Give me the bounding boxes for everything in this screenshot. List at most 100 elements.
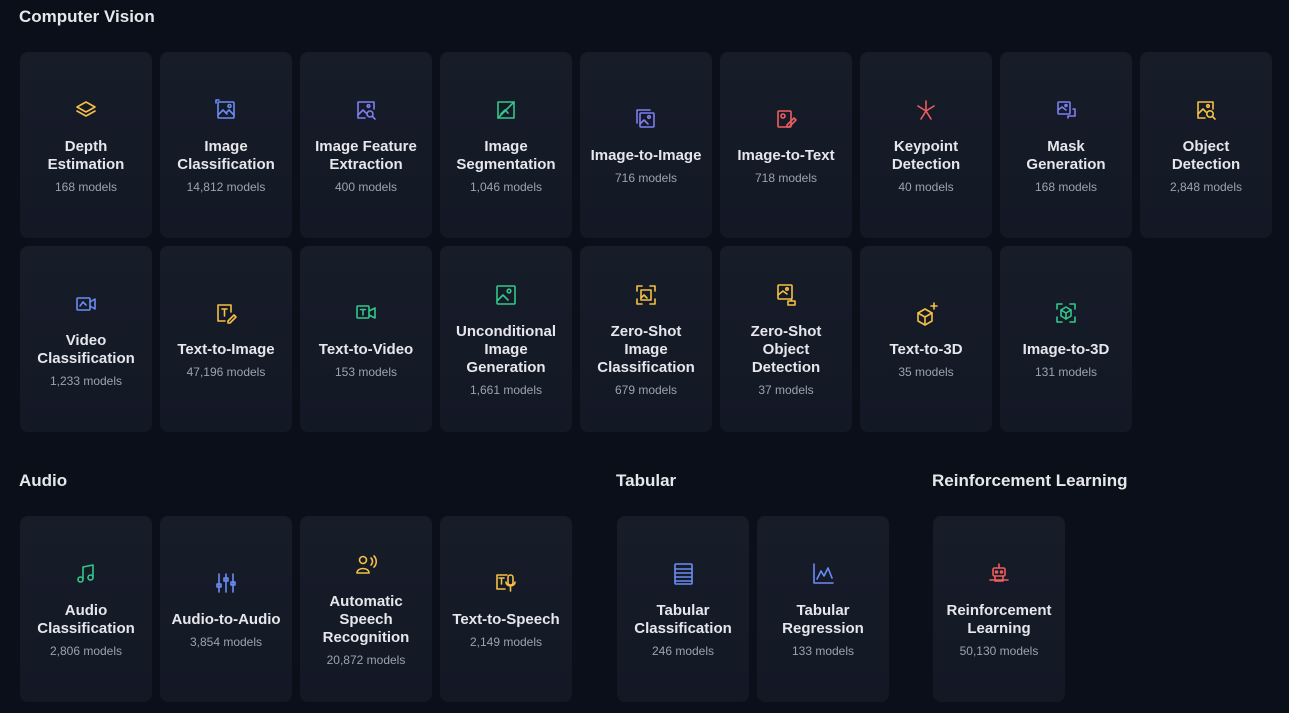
music-note-icon [72,560,100,588]
task-label: Image-to-Text [737,147,835,164]
task-card-object-detection[interactable]: Object Detection 2,848 models [1140,52,1272,238]
model-count: 246 models [651,644,715,658]
model-count: 168 models [54,180,118,194]
model-count: 679 models [614,383,678,397]
task-label: Keypoint Detection [891,138,961,173]
tabular-task-grid: Tabular Classification 246 models Tabular … [617,516,889,702]
text-pen-icon [212,299,240,327]
task-card-image-to-3d[interactable]: Image-to-3D 131 models [1000,246,1132,432]
image-copy-icon [632,105,660,133]
task-label: Text-to-Video [318,341,414,358]
model-count: 37 models [758,383,814,397]
task-card-keypoint-detection[interactable]: Keypoint Detection 40 models [860,52,992,238]
robot-icon [985,560,1013,588]
model-count: 50,130 models [959,644,1039,658]
task-card-text-to-speech[interactable]: Text-to-Speech 2,149 models [440,516,572,702]
task-card-depth-estimation[interactable]: Depth Estimation 168 models [20,52,152,238]
image-edit-icon [772,105,800,133]
mask-icon [1052,96,1080,124]
model-count: 1,233 models [49,374,123,388]
model-count: 3,854 models [189,635,263,649]
image-icon [492,281,520,309]
model-count: 2,848 models [1169,180,1243,194]
model-count: 716 models [614,171,678,185]
task-card-image-segmentation[interactable]: Image Segmentation 1,046 models [440,52,572,238]
object-search-icon [1192,96,1220,124]
section-title-reinforcement-learning: Reinforcement Learning [932,471,1128,490]
model-count: 20,872 models [326,653,406,667]
task-card-image-to-text[interactable]: Image-to-Text 718 models [720,52,852,238]
task-label: Image-to-Image [590,147,702,164]
task-card-reinforcement-learning[interactable]: Reinforcement Learning 50,130 models [933,516,1065,702]
task-card-image-to-image[interactable]: Image-to-Image 716 models [580,52,712,238]
table-icon [669,560,697,588]
audio-task-grid: Audio Classification 2,806 models Audio-to… [20,516,572,702]
model-count: 35 models [898,365,954,379]
task-card-image-feature-extraction[interactable]: Image Feature Extraction 400 models [300,52,432,238]
task-card-text-to-image[interactable]: Text-to-Image 47,196 models [160,246,292,432]
text-video-icon [352,299,380,327]
cube-plus-icon [912,299,940,327]
model-count: 153 models [334,365,398,379]
model-count: 133 models [791,644,855,658]
task-card-audio-classification[interactable]: Audio Classification 2,806 models [20,516,152,702]
task-card-zero-shot-image-classification[interactable]: Zero-Shot Image Classification 679 models [580,246,712,432]
task-label: Video Classification [37,332,135,367]
line-chart-icon [809,560,837,588]
keypoint-icon [912,96,940,124]
image-search-icon [352,96,380,124]
section-title-tabular: Tabular [616,471,677,490]
cube-frame-icon [1052,299,1080,327]
task-card-mask-generation[interactable]: Mask Generation 168 models [1000,52,1132,238]
task-card-image-classification[interactable]: Image Classification 14,812 models [160,52,292,238]
task-card-audio-to-audio[interactable]: Audio-to-Audio 3,854 models [160,516,292,702]
task-label: Text-to-Image [177,341,275,358]
video-icon [72,290,100,318]
task-label: Object Detection [1171,138,1241,173]
zero-shot-object-icon [772,281,800,309]
task-label: Depth Estimation [47,138,125,173]
task-card-text-to-3d[interactable]: Text-to-3D 35 models [860,246,992,432]
task-card-tabular-classification[interactable]: Tabular Classification 246 models [617,516,749,702]
task-label: Zero-Shot Object Detection [750,323,822,376]
model-count: 131 models [1034,365,1098,379]
model-count: 47,196 models [186,365,266,379]
task-label: Text-to-3D [889,341,963,358]
section-title-computer-vision: Computer Vision [19,7,155,26]
task-label: Audio Classification [37,602,135,637]
task-label: Audio-to-Audio [171,611,281,628]
task-label: Image Classification [177,138,275,173]
task-label: Tabular Regression [782,602,864,637]
task-label: Tabular Classification [634,602,732,637]
computer-vision-task-grid: Depth Estimation 168 models Image Classifi… [20,52,1272,432]
model-count: 168 models [1034,180,1098,194]
task-card-unconditional-image-generation[interactable]: Unconditional Image Generation 1,661 mode… [440,246,572,432]
task-label: Reinforcement Learning [946,602,1052,637]
task-label: Image-to-3D [1022,341,1110,358]
model-count: 718 models [754,171,818,185]
task-card-text-to-video[interactable]: Text-to-Video 153 models [300,246,432,432]
model-count: 2,806 models [49,644,123,658]
image-segment-icon [492,96,520,124]
task-label: Unconditional Image Generation [456,323,556,376]
task-card-automatic-speech-recognition[interactable]: Automatic Speech Recognition 20,872 model… [300,516,432,702]
reinforcement-learning-task-grid: Reinforcement Learning 50,130 models [933,516,1065,702]
model-count: 1,046 models [469,180,543,194]
zero-shot-image-icon [632,281,660,309]
task-label: Image Feature Extraction [315,138,417,173]
image-classification-icon [212,96,240,124]
text-mic-icon [492,569,520,597]
task-label: Image Segmentation [456,138,556,173]
sliders-icon [212,569,240,597]
task-card-tabular-regression[interactable]: Tabular Regression 133 models [757,516,889,702]
model-count: 2,149 models [469,635,543,649]
task-label: Text-to-Speech [452,611,560,628]
task-card-zero-shot-object-detection[interactable]: Zero-Shot Object Detection 37 models [720,246,852,432]
section-title-audio: Audio [19,471,68,490]
task-label: Mask Generation [1026,138,1106,173]
task-card-video-classification[interactable]: Video Classification 1,233 models [20,246,152,432]
model-count: 14,812 models [186,180,266,194]
layers-icon [72,96,100,124]
speaker-person-icon [352,551,380,579]
task-label: Automatic Speech Recognition [322,593,410,646]
